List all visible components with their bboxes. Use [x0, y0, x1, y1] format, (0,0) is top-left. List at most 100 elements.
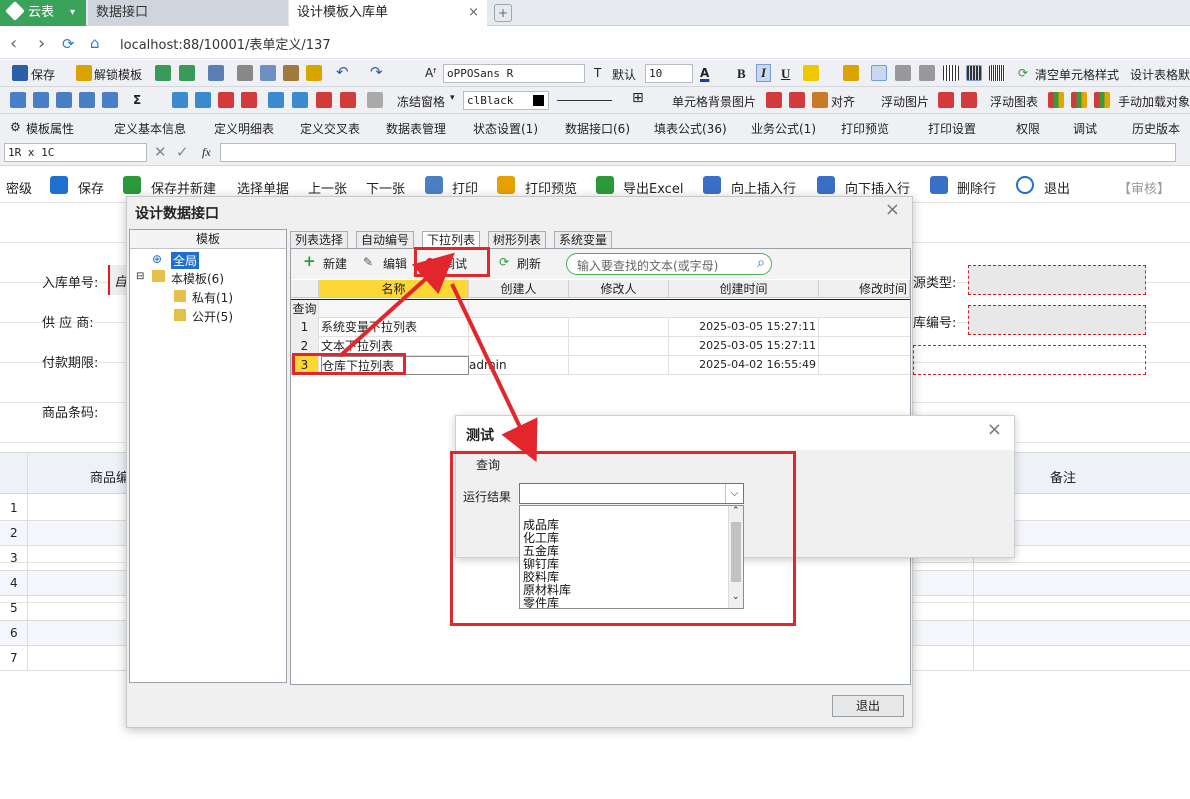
align-button[interactable]: 对齐: [831, 93, 855, 110]
tab-data-interface[interactable]: 数据接口: [88, 0, 288, 26]
split2-icon[interactable]: [340, 92, 356, 108]
color-select[interactable]: clBlack: [463, 91, 549, 110]
line-style-select[interactable]: [557, 100, 612, 101]
template-icon[interactable]: [155, 65, 171, 81]
template-attr-button[interactable]: 模板属性: [26, 120, 74, 137]
inbound-no-field[interactable]: 自: [108, 265, 128, 295]
payment-field[interactable]: [913, 345, 1146, 375]
sum-button[interactable]: Σ: [133, 93, 141, 107]
basic-info-button[interactable]: 定义基本信息: [114, 120, 186, 137]
col-created-header[interactable]: 创建时间: [669, 280, 819, 298]
float-image-button[interactable]: 浮动图片: [881, 93, 929, 110]
grid3-icon[interactable]: [56, 92, 72, 108]
data-interface-button[interactable]: 数据接口(6): [565, 120, 630, 137]
tree-node-this-template[interactable]: 本模板(6): [171, 270, 224, 287]
percent-icon[interactable]: [367, 92, 383, 108]
save-icon[interactable]: [12, 65, 28, 81]
barcode2-icon[interactable]: [966, 65, 982, 81]
insert-col-icon[interactable]: [195, 92, 211, 108]
clear-cell-style-button[interactable]: 清空单元格样式: [1035, 66, 1119, 83]
print-settings-button[interactable]: 打印设置: [928, 120, 976, 137]
tree-node-private[interactable]: 私有(1): [192, 289, 233, 306]
chart-icon[interactable]: [1048, 92, 1064, 108]
merge-icon[interactable]: [268, 92, 284, 108]
table-row[interactable]: 1 系统变量下拉列表 2025-03-05 15:27:11: [291, 318, 910, 337]
delete-col-icon[interactable]: [241, 92, 257, 108]
subtab-list-select[interactable]: 列表选择: [290, 231, 349, 249]
search-icon[interactable]: ⌕: [757, 255, 765, 271]
barcode3-icon[interactable]: [989, 65, 1005, 81]
exit-action-button[interactable]: 退出: [1044, 178, 1070, 197]
save-new-button[interactable]: 保存并新建: [151, 178, 216, 197]
test-close-icon[interactable]: ×: [987, 419, 1002, 440]
close-icon[interactable]: ×: [885, 199, 900, 220]
font-name-select[interactable]: oPPOSans R: [443, 64, 585, 83]
chevron-down-icon[interactable]: ▾: [70, 0, 75, 26]
subtab-sys-var[interactable]: 系统变量: [554, 231, 613, 249]
float-del-icon[interactable]: [961, 92, 977, 108]
fill-formula-button[interactable]: 填表公式(36): [654, 120, 727, 137]
align-right-icon[interactable]: [919, 65, 935, 81]
font-color-icon[interactable]: A: [700, 66, 709, 80]
template2-icon[interactable]: [179, 65, 195, 81]
insert-up-button[interactable]: 向上插入行: [731, 178, 796, 197]
back-icon[interactable]: ‹: [10, 33, 17, 54]
save-button[interactable]: 保存: [31, 66, 55, 83]
subtab-auto-number[interactable]: 自动编号: [356, 231, 415, 249]
border-icon[interactable]: ⊞: [632, 90, 644, 106]
format-painter-icon[interactable]: [306, 65, 322, 81]
cancel-formula-icon[interactable]: ✕: [154, 143, 167, 161]
print-action-button[interactable]: 打印: [452, 178, 478, 197]
next-button[interactable]: 下一张: [366, 178, 405, 197]
export-excel-button[interactable]: 导出Excel: [623, 178, 683, 197]
preview-action-button[interactable]: 打印预览: [525, 178, 577, 197]
redo-icon[interactable]: ↷: [370, 63, 383, 81]
grid-icon[interactable]: [10, 92, 26, 108]
image-frame-icon[interactable]: [812, 92, 828, 108]
undo-icon[interactable]: ↶: [336, 63, 349, 81]
bold-button[interactable]: B: [737, 66, 746, 82]
formula-input[interactable]: [220, 143, 1176, 162]
unlock-template-button[interactable]: 解锁模板: [94, 66, 142, 83]
home-icon[interactable]: ⌂: [90, 34, 100, 52]
barcode-icon[interactable]: [943, 65, 959, 81]
lock-icon[interactable]: [76, 65, 92, 81]
grid4-icon[interactable]: [79, 92, 95, 108]
design-table-button[interactable]: 设计表格默: [1130, 66, 1190, 83]
data-mgmt-button[interactable]: 数据表管理: [386, 120, 446, 137]
dialog-exit-button[interactable]: 退出: [832, 695, 904, 717]
image-del-icon[interactable]: [789, 92, 805, 108]
business-formula-button[interactable]: 业务公式(1): [751, 120, 816, 137]
split-icon[interactable]: [316, 92, 332, 108]
subtab-tree-list[interactable]: 树形列表: [488, 231, 547, 249]
align-center-icon[interactable]: [895, 65, 911, 81]
exit-icon[interactable]: [208, 65, 224, 81]
grid5-icon[interactable]: [102, 92, 118, 108]
freeze-panes-button[interactable]: 冻结窗格: [397, 93, 445, 110]
bg-image-button[interactable]: 单元格背景图片: [672, 93, 756, 110]
grid2-icon[interactable]: [33, 92, 49, 108]
fill-color-icon[interactable]: [803, 65, 819, 81]
chart2-icon[interactable]: [1071, 92, 1087, 108]
tab-design-template[interactable]: 设计模板入库单 ×: [289, 0, 487, 26]
italic-button[interactable]: I: [756, 64, 772, 82]
url-text[interactable]: localhost:88/10001/表单定义/137: [120, 34, 331, 53]
float-chart-button[interactable]: 浮动图表: [990, 93, 1038, 110]
refresh-list-button[interactable]: 刷新: [517, 255, 541, 272]
status-button[interactable]: 状态设置(1): [473, 120, 538, 137]
forward-icon[interactable]: ›: [38, 33, 45, 54]
search-input[interactable]: 输入要查找的文本(或字母) ⌕: [566, 253, 772, 275]
app-tab[interactable]: 云表 ▾: [0, 0, 86, 26]
col-modified-header[interactable]: 修改时间: [819, 280, 910, 298]
close-tab-icon[interactable]: ×: [468, 0, 479, 26]
font-size-select[interactable]: 10: [645, 64, 693, 83]
detail-table-button[interactable]: 定义明细表: [214, 120, 274, 137]
print-preview-button[interactable]: 打印预览: [841, 120, 889, 137]
edit-button[interactable]: 编辑: [383, 255, 407, 272]
select-document-button[interactable]: 选择单据: [237, 178, 289, 197]
cross-table-button[interactable]: 定义交叉表: [300, 120, 360, 137]
prev-button[interactable]: 上一张: [308, 178, 347, 197]
tree-node-public[interactable]: 公开(5): [192, 308, 233, 325]
default-font-button[interactable]: 默认: [612, 66, 636, 83]
merge2-icon[interactable]: [292, 92, 308, 108]
